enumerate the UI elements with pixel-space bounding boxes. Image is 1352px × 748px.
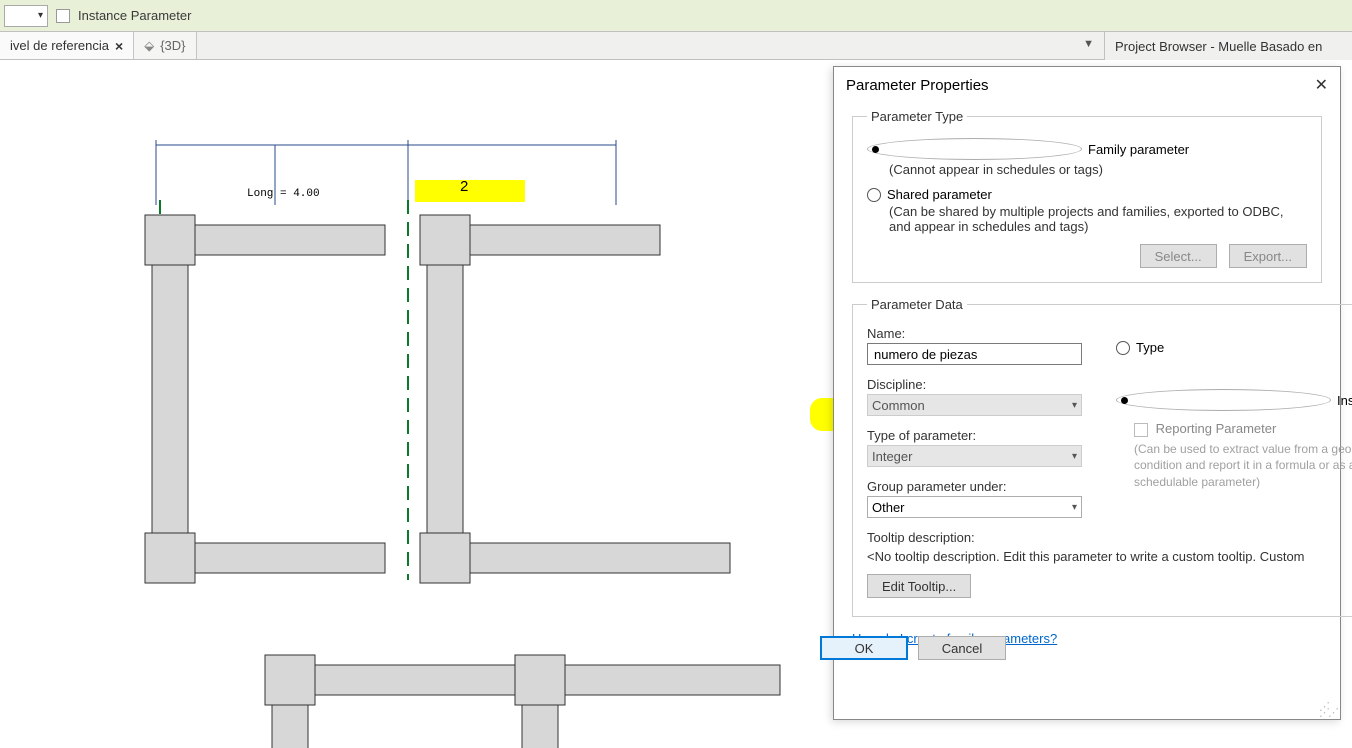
group-select[interactable]: Other ▾: [867, 496, 1082, 518]
dialog-title: Parameter Properties: [846, 77, 989, 94]
tab-3d[interactable]: ⬙ {3D}: [134, 32, 196, 59]
view-dropdown-caret[interactable]: ▼: [1083, 38, 1094, 50]
instance-param-label: Instance Parameter: [78, 8, 191, 23]
parameter-type-group: Parameter Type Family parameter (Cannot …: [852, 109, 1322, 283]
chevron-down-icon: ▾: [1072, 502, 1077, 513]
typeparam-label: Type of parameter:: [867, 428, 1092, 443]
reporting-sub: (Can be used to extract value from a geo…: [1134, 441, 1352, 491]
edit-tooltip-button[interactable]: Edit Tooltip...: [867, 574, 971, 598]
tab-ref-level[interactable]: ivel de referencia ×: [0, 32, 134, 59]
dimension-label: Long = 4.00: [247, 188, 320, 200]
view-tabs: ivel de referencia × ⬙ {3D} ▼ Project Br…: [0, 32, 1352, 60]
tab-label: ivel de referencia: [10, 38, 109, 53]
ribbon-dropdown[interactable]: ▾: [4, 5, 48, 27]
tooltip-desc-label: Tooltip description:: [867, 530, 1092, 545]
group-value: Other: [872, 500, 905, 515]
cube-icon: ⬙: [144, 38, 154, 54]
parameter-type-legend: Parameter Type: [867, 109, 967, 124]
type-radio[interactable]: [1116, 341, 1130, 355]
tooltip-desc-value: <No tooltip description. Edit this param…: [867, 549, 1352, 564]
resize-grip-icon[interactable]: ⋰⋰⋰: [1319, 704, 1337, 716]
shared-parameter-sub: (Can be shared by multiple projects and …: [889, 204, 1307, 234]
parameter-data-legend: Parameter Data: [867, 297, 967, 312]
ribbon-bar: ▾ Instance Parameter: [0, 0, 1352, 32]
shared-parameter-radio[interactable]: [867, 188, 881, 202]
close-icon[interactable]: ✕: [1315, 75, 1328, 95]
tab-close-icon[interactable]: ×: [115, 38, 123, 54]
canvas-count-label: 2: [460, 178, 468, 195]
discipline-label: Discipline:: [867, 377, 1092, 392]
export-button[interactable]: Export...: [1229, 244, 1307, 268]
chevron-down-icon: ▾: [1072, 400, 1077, 411]
discipline-select[interactable]: Common ▾: [867, 394, 1082, 416]
ok-button[interactable]: OK: [820, 636, 908, 660]
instance-radio[interactable]: [1116, 389, 1331, 411]
project-browser-panel[interactable]: Project Browser - Muelle Basado en: [1104, 32, 1352, 60]
typeparam-value: Integer: [872, 449, 912, 464]
type-radio-label: Type: [1136, 340, 1164, 355]
name-input[interactable]: [867, 343, 1082, 365]
family-parameter-radio[interactable]: [867, 138, 1082, 160]
instance-param-checkbox[interactable]: [56, 9, 70, 23]
parameter-data-group: Parameter Data Name: Discipline: Common ▾…: [852, 297, 1352, 617]
family-parameter-sub: (Cannot appear in schedules or tags): [889, 162, 1307, 177]
name-label: Name:: [867, 326, 1092, 341]
discipline-value: Common: [872, 398, 925, 413]
typeparam-select[interactable]: Integer ▾: [867, 445, 1082, 467]
project-browser-title: Project Browser - Muelle Basado en: [1115, 39, 1322, 54]
reporting-checkbox: [1134, 423, 1148, 437]
family-parameter-label: Family parameter: [1088, 142, 1189, 157]
group-label: Group parameter under:: [867, 479, 1092, 494]
reporting-label: Reporting Parameter: [1156, 421, 1277, 436]
cancel-button[interactable]: Cancel: [918, 636, 1006, 660]
select-button[interactable]: Select...: [1140, 244, 1217, 268]
shared-parameter-label: Shared parameter: [887, 187, 992, 202]
tab-label: {3D}: [160, 38, 185, 53]
chevron-down-icon: ▾: [1072, 451, 1077, 462]
parameter-properties-dialog: Parameter Properties ✕ Parameter Type Fa…: [833, 66, 1341, 720]
instance-radio-label: Instance: [1337, 393, 1352, 408]
